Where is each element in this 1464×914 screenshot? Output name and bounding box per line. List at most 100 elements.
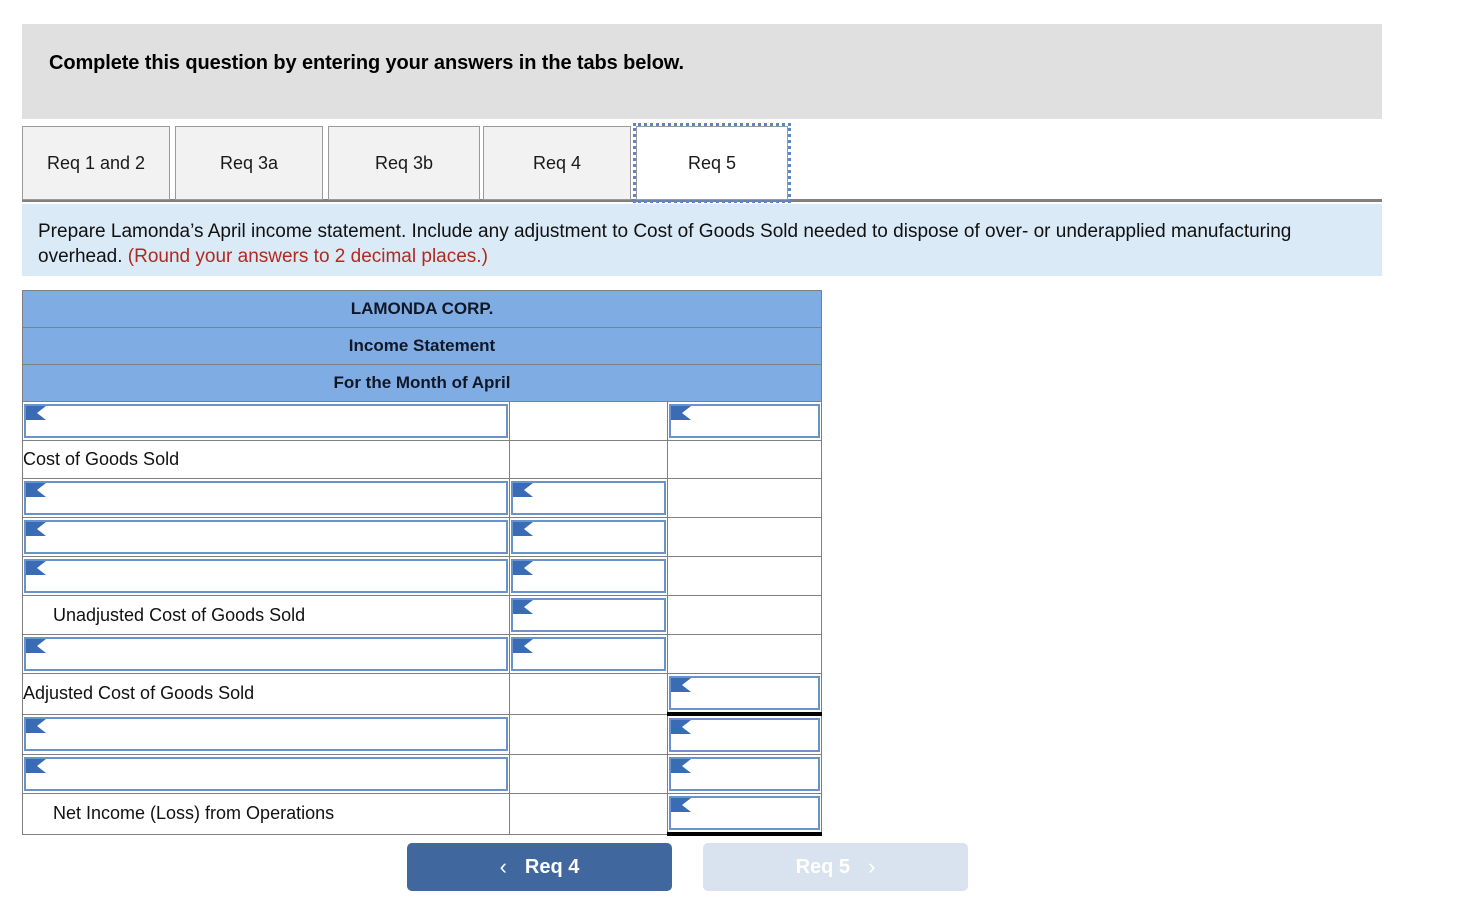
- dropdown-flag-icon: [670, 798, 691, 812]
- dropdown-flag-icon: [512, 639, 533, 653]
- amount-input-middle-4[interactable]: [510, 559, 666, 593]
- amount-cell-right: [666, 478, 823, 518]
- amount-input-cell-right[interactable]: [666, 793, 823, 836]
- amount-cell-right: [666, 440, 823, 479]
- amount-input-cell-middle[interactable]: [508, 517, 668, 557]
- statement-row: [22, 754, 823, 794]
- line-item-label-cell: Cost of Goods Sold: [22, 440, 510, 479]
- dropdown-flag-icon: [26, 483, 46, 497]
- statement-row: [22, 478, 823, 518]
- dropdown-flag-icon: [26, 719, 46, 734]
- line-item-select-cell[interactable]: [22, 754, 510, 794]
- amount-cell-right: [666, 556, 823, 596]
- question-banner: Complete this question by entering your …: [22, 24, 1382, 119]
- tab-strip: Req 1 and 2 Req 3a Req 3b Req 4 Req 5: [22, 123, 1382, 203]
- amount-cell-middle: [508, 401, 668, 441]
- tab-label: Req 3b: [374, 152, 434, 173]
- amount-cell-middle: [508, 793, 668, 835]
- dropdown-flag-icon: [26, 561, 46, 575]
- statement-header-row: For the Month of April: [22, 364, 822, 402]
- dropdown-flag-icon: [670, 406, 691, 420]
- chevron-right-icon: ›: [868, 854, 876, 879]
- amount-input-middle-5[interactable]: [510, 598, 666, 632]
- statement-row: [22, 517, 823, 557]
- line-item-select-4[interactable]: [24, 559, 508, 593]
- dropdown-flag-icon: [512, 600, 533, 614]
- line-item-select-8[interactable]: [24, 717, 508, 752]
- statement-row: [22, 401, 823, 441]
- dropdown-flag-icon: [512, 522, 533, 536]
- dropdown-flag-icon: [26, 759, 46, 773]
- amount-input-middle-6[interactable]: [510, 637, 666, 671]
- next-req-button[interactable]: Req 5 ›: [703, 843, 968, 891]
- statement-row: Net Income (Loss) from Operations: [22, 793, 823, 836]
- dropdown-flag-icon: [670, 678, 691, 692]
- dropdown-flag-icon: [26, 406, 46, 420]
- amount-cell-middle: [508, 673, 668, 715]
- dropdown-flag-icon: [512, 483, 533, 497]
- statement-row: [22, 634, 823, 674]
- tab-label: Req 3a: [219, 152, 279, 173]
- amount-cell-middle: [508, 713, 668, 755]
- dropdown-flag-icon: [670, 759, 691, 773]
- next-req-label: Req 5: [795, 855, 851, 878]
- tab-label: Req 4: [532, 152, 582, 173]
- amount-input-right-8[interactable]: [668, 718, 820, 752]
- line-item-select-cell[interactable]: [22, 478, 510, 518]
- line-item-select-2[interactable]: [24, 481, 508, 515]
- statement-row: Cost of Goods Sold: [22, 440, 823, 479]
- amount-input-cell-right[interactable]: [666, 713, 823, 755]
- amount-input-cell-middle[interactable]: [508, 478, 668, 518]
- line-item-select-cell[interactable]: [22, 517, 510, 557]
- statement-header-row: Income Statement: [22, 327, 822, 365]
- prev-req-button[interactable]: ‹ Req 4: [407, 843, 672, 891]
- dropdown-flag-icon: [26, 522, 46, 536]
- amount-input-cell-right[interactable]: [666, 401, 823, 441]
- amount-input-cell-middle[interactable]: [508, 634, 668, 674]
- prev-req-label: Req 4: [524, 855, 580, 878]
- line-item-label-cell: Adjusted Cost of Goods Sold: [22, 673, 510, 715]
- instruction-text: Prepare Lamonda’s April income statement…: [38, 219, 1338, 269]
- line-item-select-cell[interactable]: [22, 634, 510, 674]
- amount-input-cell-middle[interactable]: [508, 595, 668, 635]
- line-item-select-cell[interactable]: [22, 401, 510, 441]
- statement-row: [22, 556, 823, 596]
- instruction-bar: Prepare Lamonda’s April income statement…: [22, 204, 1382, 276]
- amount-cell-right: [666, 595, 823, 635]
- statement-header-cell: For the Month of April: [22, 364, 822, 402]
- amount-input-cell-right[interactable]: [666, 673, 823, 716]
- line-item-select-9[interactable]: [24, 757, 508, 791]
- amount-cell-right: [666, 634, 823, 674]
- chevron-left-icon: ‹: [499, 854, 507, 879]
- statement-row: [22, 713, 823, 755]
- amount-input-middle-3[interactable]: [510, 520, 666, 554]
- banner-title: Complete this question by entering your …: [49, 52, 684, 74]
- amount-input-right-10[interactable]: [668, 796, 820, 830]
- tab-req-4[interactable]: Req 4: [483, 126, 631, 200]
- amount-input-middle-2[interactable]: [510, 481, 666, 515]
- line-item-select-cell[interactable]: [22, 556, 510, 596]
- tab-req-1-and-2[interactable]: Req 1 and 2: [22, 126, 170, 200]
- line-item-label-cell: Unadjusted Cost of Goods Sold: [22, 595, 510, 635]
- amount-input-right-0[interactable]: [668, 404, 820, 438]
- amount-input-cell-right[interactable]: [666, 754, 823, 794]
- amount-input-cell-middle[interactable]: [508, 556, 668, 596]
- amount-input-right-7[interactable]: [668, 676, 820, 710]
- dropdown-flag-icon: [512, 561, 533, 575]
- tab-req-5[interactable]: Req 5: [633, 123, 791, 203]
- line-item-select-3[interactable]: [24, 520, 508, 554]
- statement-header-cell: Income Statement: [22, 327, 822, 365]
- tab-req-3a[interactable]: Req 3a: [175, 126, 323, 200]
- line-item-select-6[interactable]: [24, 637, 508, 671]
- tab-label: Req 5: [687, 152, 737, 173]
- tab-req-3b[interactable]: Req 3b: [328, 126, 480, 200]
- line-item-label-cell: Net Income (Loss) from Operations: [22, 793, 510, 835]
- instruction-rounding-hint: (Round your answers to 2 decimal places.…: [127, 246, 488, 267]
- amount-cell-right: [666, 517, 823, 557]
- amount-input-right-9[interactable]: [668, 757, 820, 791]
- statement-row: Unadjusted Cost of Goods Sold: [22, 595, 823, 635]
- tab-label: Req 1 and 2: [46, 152, 146, 173]
- line-item-select-cell[interactable]: [22, 713, 510, 755]
- line-item-select-0[interactable]: [24, 404, 508, 438]
- income-statement-table: LAMONDA CORP. Income Statement For the Mon…: [22, 290, 823, 836]
